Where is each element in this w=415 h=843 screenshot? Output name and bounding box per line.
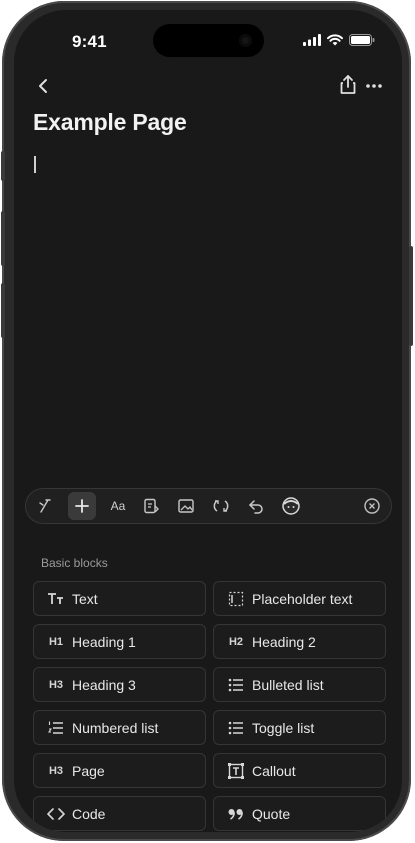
bulleted-list-icon — [225, 675, 247, 695]
block-text[interactable]: Text — [33, 581, 206, 616]
action-button — [1, 151, 5, 181]
block-toggle-list[interactable]: Toggle list — [213, 710, 386, 745]
ai-icon[interactable] — [33, 493, 59, 519]
dynamic-island — [153, 24, 264, 57]
back-chevron-icon[interactable] — [34, 76, 54, 96]
editor-toolbar: Aa — [25, 488, 392, 524]
page-icon: H3 — [48, 764, 64, 777]
more-icon[interactable] — [364, 76, 384, 96]
text-style-button[interactable]: Aa — [105, 493, 131, 519]
toggle-list-icon — [225, 718, 247, 738]
status-icons — [303, 34, 375, 46]
block-code[interactable]: Code — [33, 796, 206, 831]
block-heading-1[interactable]: H1 Heading 1 — [33, 624, 206, 659]
battery-icon — [349, 34, 375, 46]
block-heading-3[interactable]: H3 Heading 3 — [33, 667, 206, 702]
block-quote[interactable]: Quote — [213, 796, 386, 831]
turn-into-icon[interactable] — [138, 493, 164, 519]
camera-icon — [239, 34, 252, 47]
heading1-icon: H1 — [48, 635, 64, 648]
numbered-list-icon — [45, 718, 67, 738]
page-title[interactable]: Example Page — [33, 109, 187, 136]
quote-icon — [225, 804, 247, 824]
phone-frame: 9:41 Example Page Aa Basic blocks Text P… — [1, 1, 413, 841]
power-button — [409, 246, 413, 346]
wifi-icon — [327, 34, 343, 46]
screen: 9:41 Example Page Aa Basic blocks Text P… — [14, 10, 402, 832]
signal-icon — [303, 34, 321, 46]
text-cursor — [34, 156, 36, 173]
undo-icon[interactable] — [243, 493, 269, 519]
block-numbered-list[interactable]: Numbered list — [33, 710, 206, 745]
block-bulleted-list[interactable]: Bulleted list — [213, 667, 386, 702]
add-block-icon[interactable] — [68, 492, 96, 520]
heading3-icon: H3 — [48, 678, 64, 691]
volume-up-button — [1, 211, 5, 266]
block-page[interactable]: H3 Page — [33, 753, 206, 788]
block-heading-2[interactable]: H2 Heading 2 — [213, 624, 386, 659]
text-icon — [45, 589, 67, 609]
share-icon[interactable] — [338, 74, 358, 96]
callout-icon — [225, 761, 247, 781]
text-style-label: Aa — [110, 499, 126, 513]
image-icon[interactable] — [173, 493, 199, 519]
heading2-icon: H2 — [228, 635, 244, 648]
close-icon[interactable] — [359, 493, 385, 519]
block-callout[interactable]: Callout — [213, 753, 386, 788]
mention-face-icon[interactable] — [278, 493, 304, 519]
section-label: Basic blocks — [41, 556, 108, 570]
volume-down-button — [1, 283, 5, 338]
block-placeholder-text[interactable]: Placeholder text — [213, 581, 386, 616]
status-time: 9:41 — [72, 32, 107, 51]
code-icon — [45, 804, 67, 824]
sync-icon[interactable] — [208, 493, 234, 519]
placeholder-icon — [225, 589, 247, 609]
